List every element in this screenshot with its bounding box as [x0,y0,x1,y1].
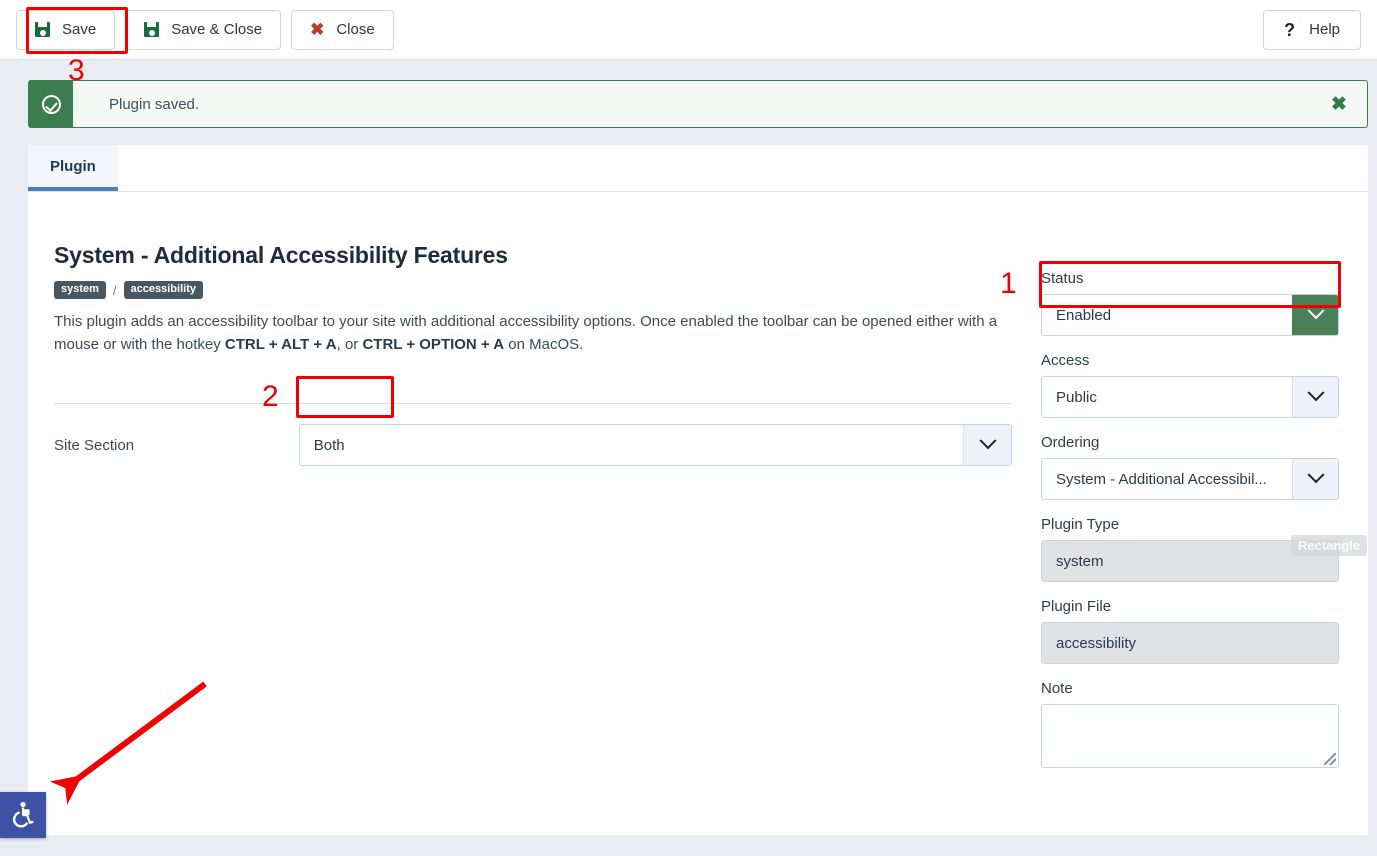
access-select[interactable]: Public [1041,376,1339,418]
question-mark-icon: ? [1284,19,1296,40]
access-label: Access [1041,352,1090,369]
chevron-down-icon [1292,377,1338,417]
alert-close-icon[interactable]: ✖ [1311,81,1367,127]
save-disk-icon [35,22,50,37]
save-button[interactable]: Save [16,9,116,50]
alert-icon-box [29,81,73,127]
accessibility-toolbar-button[interactable] [0,792,46,838]
wheelchair-accessibility-icon [12,801,34,828]
note-textarea[interactable] [1041,704,1339,768]
status-value: Enabled [1056,306,1112,324]
badge-type: system [54,281,106,299]
plugin-description: This plugin adds an accessibility toolba… [54,310,1014,357]
help-button-label: Help [1309,21,1340,38]
chevron-down-icon [1292,295,1338,335]
site-section-field-row: Site Section Both [54,424,1012,466]
close-x-icon: ✖ [310,20,325,39]
plugin-badges: system / accessibility [54,281,1039,299]
chevron-down-icon [963,425,1011,465]
description-text-3: on MacOS. [504,336,584,354]
plugin-type-label: Plugin Type [1041,516,1120,533]
close-button[interactable]: ✖ Close [291,9,394,50]
chevron-down-icon [1292,459,1338,499]
save-button-label: Save [62,21,97,38]
badge-file: accessibility [123,281,203,299]
site-section-value: Both [313,436,345,454]
save-and-close-button[interactable]: Save & Close [125,9,282,50]
access-value: Public [1056,388,1097,406]
alert-message: Plugin saved. [109,95,200,113]
help-button[interactable]: ? Help [1263,9,1361,50]
save-disk-icon [144,22,160,37]
tab-plugin[interactable]: Plugin [28,145,118,191]
page-title: System - Additional Accessibility Featur… [54,242,508,268]
site-section-label: Site Section [54,436,135,454]
plugin-type-value: system [1041,540,1339,582]
badge-separator: / [112,282,117,298]
note-field: Note [1041,680,1341,768]
ordering-field: Ordering System - Additional Accessibil.… [1041,434,1341,500]
section-divider [54,403,1012,404]
access-field: Access Public [1041,352,1341,418]
ordering-label: Ordering [1041,434,1100,451]
close-button-label: Close [336,21,375,38]
plugin-file-value: accessibility [1041,622,1339,664]
note-label: Note [1041,680,1073,697]
top-toolbar: Save Save & Close ✖ Close ? Help [0,0,1377,60]
hotkey-windows: CTRL + ALT + A [224,336,337,354]
resize-handle-icon[interactable] [1324,753,1336,765]
plugin-file-field: Plugin File accessibility [1041,598,1341,664]
tab-plugin-label: Plugin [50,157,96,175]
check-circle-icon [41,94,61,114]
description-text-2: , or [336,336,363,354]
ordering-value: System - Additional Accessibil... [1056,470,1267,488]
plugin-file-label: Plugin File [1041,598,1112,615]
ordering-select[interactable]: System - Additional Accessibil... [1041,458,1339,500]
card-body: System - Additional Accessibility Featur… [28,192,1368,835]
plugin-info-column: System - Additional Accessibility Featur… [54,242,1039,357]
status-field: Status Enabled [1041,270,1341,336]
content-card: Plugin System - Additional Accessibility… [28,145,1368,835]
save-and-close-button-label: Save & Close [171,21,263,38]
site-section-select[interactable]: Both [298,424,1012,466]
sidebar-panel: Status Enabled Access Public Ordering Sy… [1041,270,1341,784]
plugin-type-field: Plugin Type system [1041,516,1341,582]
success-alert: Plugin saved. ✖ [28,80,1368,128]
status-select[interactable]: Enabled [1041,294,1339,336]
tab-bar: Plugin [28,145,1368,192]
hotkey-mac: CTRL + OPTION + A [362,336,505,354]
status-label: Status [1041,270,1084,287]
